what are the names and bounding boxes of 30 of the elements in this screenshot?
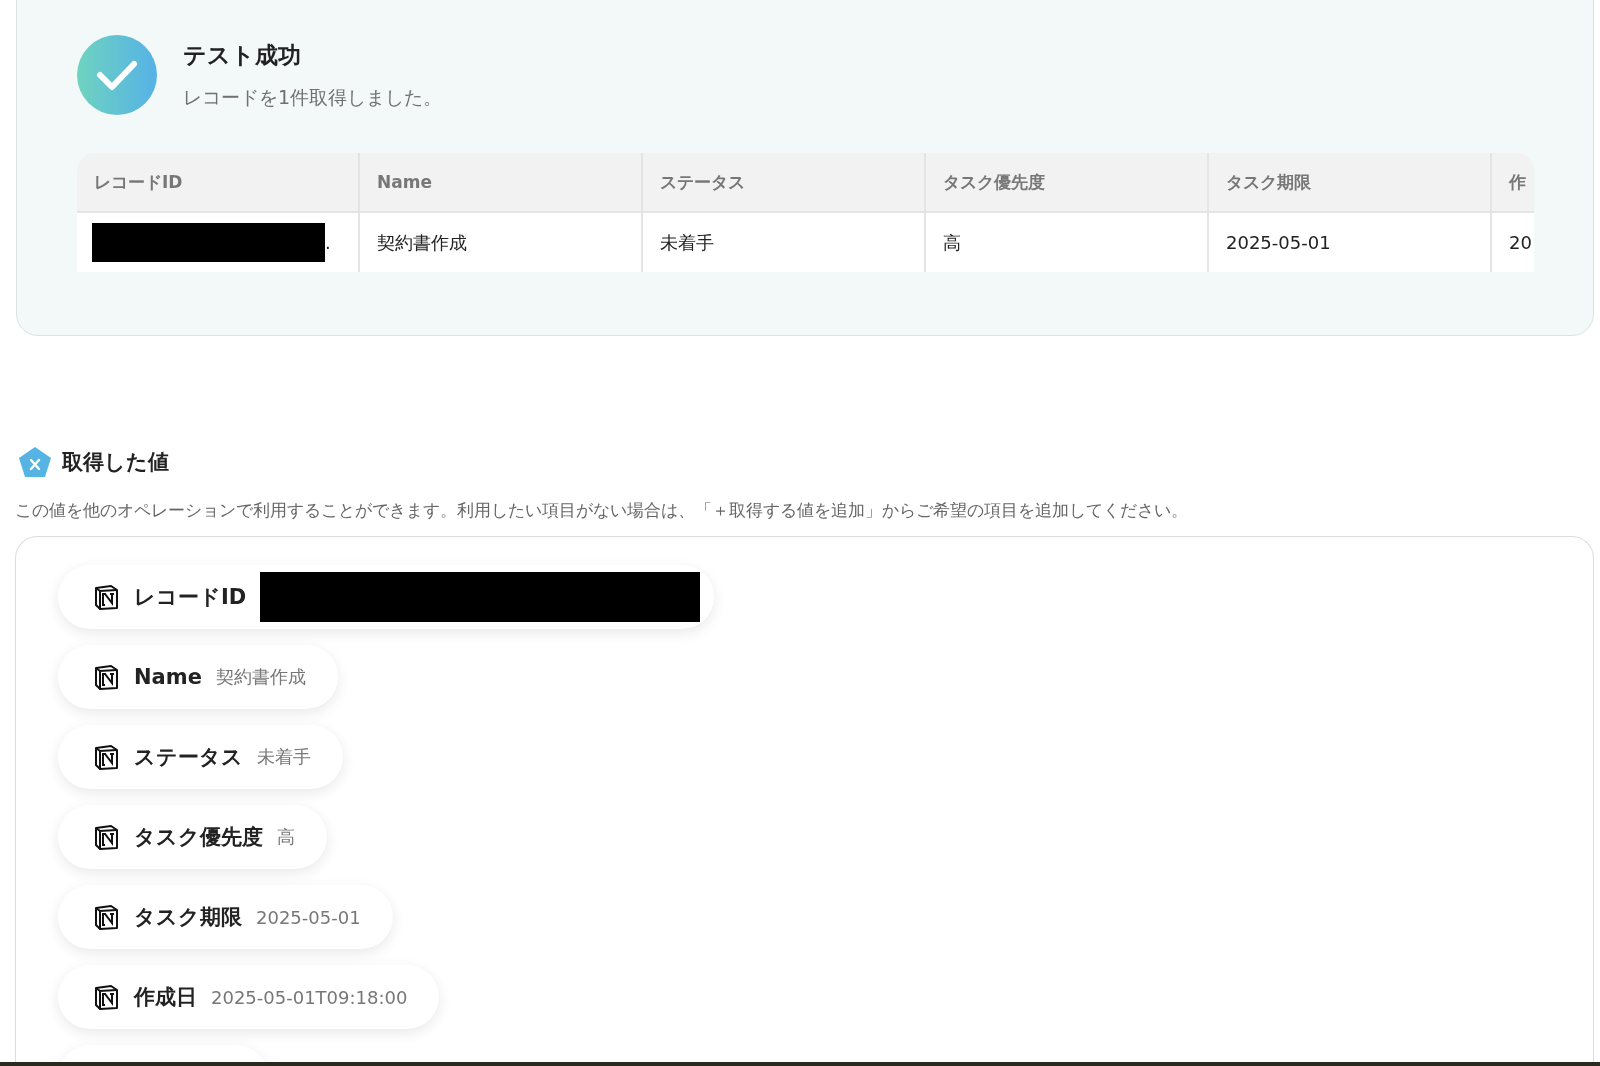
table-cell: 2025-05-01 [1209, 213, 1492, 272]
notion-logo-icon [92, 583, 120, 611]
notion-logo-icon [92, 743, 120, 771]
column-header: ステータス [643, 153, 926, 211]
success-check-icon [77, 35, 157, 115]
result-title: テスト成功 [183, 40, 302, 70]
notion-logo-icon [92, 983, 120, 1011]
column-header: Name [360, 153, 643, 211]
value-chip[interactable]: 作成日 2025-05-01T09:18:00 [58, 965, 440, 1029]
value-chip[interactable]: タスク優先度 高 [58, 805, 327, 869]
table-cell-text: . [325, 232, 331, 253]
column-header: 作 [1492, 153, 1534, 211]
variable-pentagon-icon [18, 446, 52, 478]
column-header: レコードID [77, 153, 360, 211]
value-chip[interactable]: ステータス 未着手 [58, 725, 343, 789]
table-cell: 高 [926, 213, 1209, 272]
value-chip[interactable]: レコードID [58, 565, 715, 629]
notion-logo-icon [92, 903, 120, 931]
value-chip[interactable]: タスク期限 2025-05-01 [58, 885, 393, 949]
table-cell: 契約書作成 [360, 213, 643, 272]
section-description: この値を他のオペレーションで利用することができます。利用したい項目がない場合は、「＋取得する値を追加」からご希望の項目を追加してください。 [15, 500, 1189, 522]
value-chip[interactable]: Name 契約書作成 [58, 645, 338, 709]
notion-logo-icon [92, 823, 120, 851]
table-cell: 未着手 [643, 213, 926, 272]
result-message: レコードを1件取得しました。 [183, 84, 443, 110]
table-cell: 20 [1492, 213, 1534, 272]
column-header: タスク優先度 [926, 153, 1209, 211]
column-header: タスク期限 [1209, 153, 1492, 211]
section-title: 取得した値 [62, 449, 169, 476]
notion-logo-icon [92, 663, 120, 691]
